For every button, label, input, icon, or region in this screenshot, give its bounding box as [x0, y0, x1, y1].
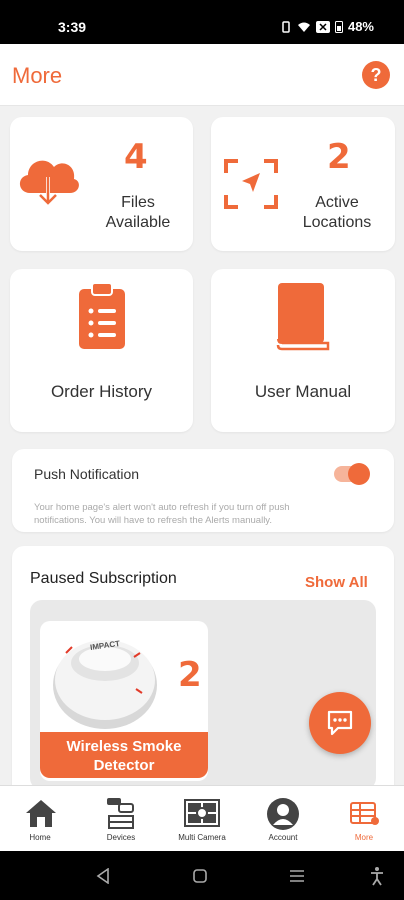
toggle-knob	[348, 463, 370, 485]
status-bar: 3:39 48%	[0, 0, 404, 44]
bottom-nav: Home Devices Multi Camera Account More	[0, 785, 404, 851]
files-count: 4	[124, 137, 148, 177]
chat-button[interactable]	[309, 692, 371, 754]
home-icon	[26, 800, 56, 827]
system-nav-bar	[0, 851, 404, 900]
battery-icon	[334, 21, 343, 33]
nav-label-more: More	[354, 833, 374, 842]
files-label-line1: Files	[121, 194, 155, 211]
detector-label-line1: Wireless Smoke	[66, 738, 182, 755]
push-notification-toggle[interactable]	[334, 463, 370, 485]
smoke-detector-label: Wireless Smoke Detector	[40, 732, 208, 778]
account-icon	[267, 798, 299, 830]
nav-item-more[interactable]: More	[324, 786, 404, 852]
status-icons: 48%	[280, 19, 374, 34]
cloud-download-icon	[19, 160, 79, 205]
files-available-card[interactable]: 4 Files Available	[10, 117, 193, 251]
location-arrow-icon	[224, 159, 278, 209]
user-manual-tile[interactable]: User Manual	[211, 269, 395, 432]
book-icon	[276, 283, 330, 351]
status-time: 3:39	[58, 19, 87, 35]
order-history-label: Order History	[50, 382, 153, 401]
multi-camera-icon	[184, 799, 220, 827]
locations-count: 2	[327, 137, 351, 177]
app-header: More ?	[0, 44, 404, 106]
show-all-link[interactable]: Show All	[305, 574, 368, 591]
nav-label-account: Account	[268, 833, 298, 842]
nav-item-devices[interactable]: Devices	[81, 786, 161, 852]
signal-icon	[315, 20, 330, 33]
push-description-line2: notifications. You will have to refresh …	[34, 515, 272, 526]
locations-label: Active Locations	[287, 193, 387, 233]
help-icon: ?	[370, 65, 382, 85]
nav-item-home[interactable]: Home	[0, 786, 80, 852]
page-title: More	[12, 63, 63, 88]
nav-item-account[interactable]: Account	[243, 786, 323, 852]
chat-icon	[327, 710, 353, 736]
push-notification-card: Push Notification Your home page's alert…	[12, 449, 394, 532]
wifi-icon	[297, 22, 310, 32]
detector-count: 2	[178, 655, 202, 695]
nav-label-multi-camera: Multi Camera	[178, 833, 226, 842]
push-notification-description: Your home page's alert won't auto refres…	[34, 501, 290, 527]
back-icon[interactable]	[96, 868, 110, 884]
nav-item-multi-camera[interactable]: Multi Camera	[162, 786, 242, 852]
home-circle-icon[interactable]	[192, 868, 208, 884]
user-manual-label: User Manual	[254, 382, 352, 401]
locations-label-line2: Locations	[302, 214, 372, 231]
help-button[interactable]: ?	[362, 61, 390, 89]
order-history-tile[interactable]: Order History	[10, 269, 193, 432]
paused-subscription-title: Paused Subscription	[30, 570, 177, 587]
files-label-line2: Available	[105, 214, 171, 231]
more-grid-icon	[350, 802, 379, 825]
push-description-line1: Your home page's alert won't auto refres…	[34, 502, 290, 513]
active-locations-card[interactable]: 2 Active Locations	[211, 117, 395, 251]
nav-label-devices: Devices	[106, 833, 136, 842]
accessibility-icon[interactable]	[369, 866, 385, 886]
nav-label-home: Home	[29, 833, 51, 842]
devices-icon	[107, 798, 134, 829]
vibrate-icon	[282, 20, 290, 33]
recents-icon[interactable]	[289, 869, 305, 883]
clipboard-list-icon	[79, 282, 125, 349]
detector-label-line2: Detector	[93, 757, 155, 774]
push-notification-title: Push Notification	[34, 466, 140, 482]
battery-percent: 48%	[347, 19, 374, 34]
files-label: Files Available	[88, 193, 188, 233]
locations-label-line1: Active	[315, 194, 359, 211]
